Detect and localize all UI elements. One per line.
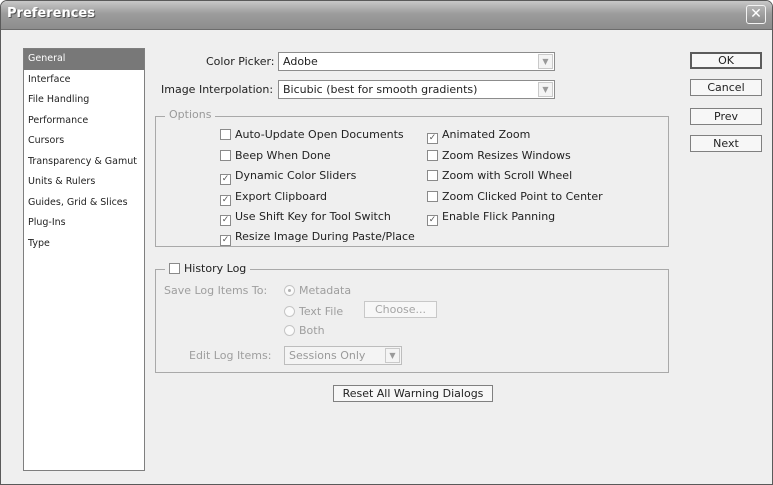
checkbox-label: Beep When Done <box>235 149 331 162</box>
metadata-radio[interactable]: Metadata <box>284 284 351 297</box>
cancel-button[interactable]: Cancel <box>690 79 762 96</box>
checkbox-label: Export Clipboard <box>235 190 328 203</box>
checkmark-icon: ✓ <box>427 133 438 144</box>
edit-log-items-select[interactable]: Sessions Only ▼ <box>284 346 402 365</box>
sidebar-item-interface[interactable]: Interface <box>24 70 144 91</box>
checkbox-icon <box>220 129 231 140</box>
checkbox-label: Use Shift Key for Tool Switch <box>235 210 391 223</box>
text-file-radio[interactable]: Text File <box>284 305 343 318</box>
close-icon[interactable]: ✕ <box>746 5 766 24</box>
dynamic-color-sliders-checkbox[interactable]: ✓ Dynamic Color Sliders <box>220 169 356 185</box>
zoom-scroll-wheel-checkbox[interactable]: Zoom with Scroll Wheel <box>427 169 572 182</box>
checkbox-label: Enable Flick Panning <box>442 210 556 223</box>
sidebar-item-guides-grid-slices[interactable]: Guides, Grid & Slices <box>24 193 144 214</box>
edit-log-items-value: Sessions Only <box>289 349 366 362</box>
beep-when-done-checkbox[interactable]: Beep When Done <box>220 149 331 162</box>
chevron-down-icon: ▼ <box>385 348 400 363</box>
checkmark-icon: ✓ <box>220 215 231 226</box>
prev-button[interactable]: Prev <box>690 108 762 125</box>
checkbox-label: Zoom Clicked Point to Center <box>442 190 603 203</box>
sidebar-item-plug-ins[interactable]: Plug-Ins <box>24 213 144 234</box>
radio-label: Both <box>299 324 325 337</box>
sidebar-item-units-rulers[interactable]: Units & Rulers <box>24 172 144 193</box>
choose-button[interactable]: Choose... <box>364 301 437 318</box>
title-bar: Preferences ✕ <box>1 1 772 30</box>
sidebar-item-general[interactable]: General <box>24 49 144 70</box>
radio-label: Text File <box>299 305 344 318</box>
radio-icon <box>284 325 295 336</box>
chevron-down-icon: ▼ <box>538 54 553 69</box>
color-picker-select[interactable]: Adobe ▼ <box>278 52 555 71</box>
both-radio[interactable]: Both <box>284 324 325 337</box>
ok-button[interactable]: OK <box>690 52 762 69</box>
color-picker-label: Color Picker: <box>206 55 275 68</box>
checkbox-label: Auto-Update Open Documents <box>235 128 404 141</box>
zoom-resizes-windows-checkbox[interactable]: Zoom Resizes Windows <box>427 149 571 162</box>
checkbox-label: Zoom with Scroll Wheel <box>442 169 573 182</box>
checkbox-icon <box>220 150 231 161</box>
checkbox-icon <box>427 150 438 161</box>
history-log-legend: History Log <box>184 262 247 275</box>
preferences-sidebar: General Interface File Handling Performa… <box>23 48 145 471</box>
chevron-down-icon: ▼ <box>538 82 553 97</box>
edit-log-items-label: Edit Log Items: <box>189 349 272 362</box>
history-log-checkbox[interactable]: History Log <box>165 262 251 275</box>
window-title: Preferences <box>7 6 95 21</box>
checkmark-icon: ✓ <box>220 195 231 206</box>
auto-update-checkbox[interactable]: Auto-Update Open Documents <box>220 128 404 141</box>
image-interpolation-value: Bicubic (best for smooth gradients) <box>283 83 478 96</box>
checkbox-icon <box>427 170 438 181</box>
sidebar-item-file-handling[interactable]: File Handling <box>24 90 144 111</box>
checkbox-icon <box>169 263 180 274</box>
zoom-clicked-point-checkbox[interactable]: Zoom Clicked Point to Center <box>427 190 603 203</box>
radio-label: Metadata <box>299 284 352 297</box>
resize-image-paste-checkbox[interactable]: ✓ Resize Image During Paste/Place <box>220 230 415 246</box>
export-clipboard-checkbox[interactable]: ✓ Export Clipboard <box>220 190 327 206</box>
radio-icon <box>284 306 295 317</box>
options-legend: Options <box>165 108 216 121</box>
sidebar-item-type[interactable]: Type <box>24 234 144 255</box>
enable-flick-panning-checkbox[interactable]: ✓ Enable Flick Panning <box>427 210 555 226</box>
save-log-label: Save Log Items To: <box>164 284 268 297</box>
sidebar-item-cursors[interactable]: Cursors <box>24 131 144 152</box>
checkmark-icon: ✓ <box>220 235 231 246</box>
radio-icon <box>284 285 295 296</box>
image-interpolation-label: Image Interpolation: <box>161 83 274 96</box>
checkbox-label: Zoom Resizes Windows <box>442 149 571 162</box>
preferences-dialog: Preferences ✕ General Interface File Han… <box>0 0 773 485</box>
checkbox-label: Dynamic Color Sliders <box>235 169 357 182</box>
next-button[interactable]: Next <box>690 135 762 152</box>
checkmark-icon: ✓ <box>220 174 231 185</box>
reset-warning-dialogs-button[interactable]: Reset All Warning Dialogs <box>333 385 493 402</box>
color-picker-value: Adobe <box>283 55 318 68</box>
animated-zoom-checkbox[interactable]: ✓ Animated Zoom <box>427 128 530 144</box>
checkbox-icon <box>427 191 438 202</box>
sidebar-item-performance[interactable]: Performance <box>24 111 144 132</box>
checkbox-label: Animated Zoom <box>442 128 531 141</box>
shift-key-tool-switch-checkbox[interactable]: ✓ Use Shift Key for Tool Switch <box>220 210 391 226</box>
checkbox-label: Resize Image During Paste/Place <box>235 230 415 243</box>
image-interpolation-select[interactable]: Bicubic (best for smooth gradients) ▼ <box>278 80 555 99</box>
sidebar-item-transparency-gamut[interactable]: Transparency & Gamut <box>24 152 144 173</box>
checkmark-icon: ✓ <box>427 215 438 226</box>
